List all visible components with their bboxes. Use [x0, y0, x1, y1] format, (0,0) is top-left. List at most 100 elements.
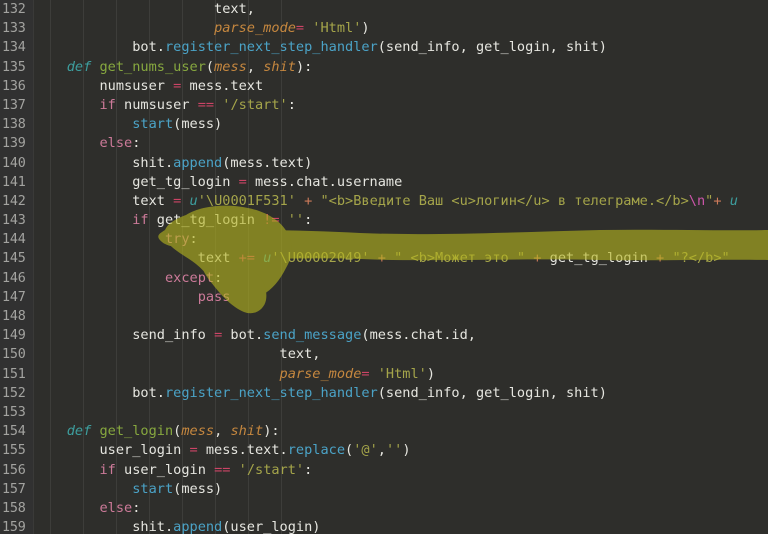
- code-line[interactable]: bot.register_next_step_handler(send_info…: [34, 38, 768, 57]
- code-line[interactable]: start(mess): [34, 115, 768, 134]
- line-number: 154: [2, 424, 26, 440]
- code-token: parse_mode: [214, 20, 296, 37]
- code-line[interactable]: def get_login(mess, shit):: [34, 422, 768, 441]
- code-token: !=: [263, 212, 280, 229]
- code-token: :: [304, 461, 313, 478]
- code-token: text: [34, 192, 174, 209]
- line-number: 146: [2, 270, 26, 286]
- code-line[interactable]: if user_login == '/start':: [34, 461, 768, 480]
- code-line[interactable]: text,: [34, 0, 768, 19]
- code-line[interactable]: [34, 307, 768, 326]
- code-line[interactable]: else:: [34, 134, 768, 153]
- code-token: if: [132, 212, 149, 229]
- code-token: +: [647, 250, 673, 267]
- code-line[interactable]: text = u'\U0001F531' + "<b>Введите Ваш <…: [34, 192, 768, 211]
- line-number: 138: [2, 117, 26, 133]
- code-line[interactable]: if get_tg_login != '':: [34, 211, 768, 230]
- code-token: replace: [287, 442, 346, 459]
- code-token: ,: [246, 58, 264, 75]
- code-token: parse_mode: [279, 365, 362, 382]
- code-token: '': [287, 212, 305, 229]
- code-line[interactable]: user_login = mess.text.replace('@',''): [34, 441, 768, 460]
- code-token: (user_login): [222, 519, 321, 534]
- code-token: =: [238, 173, 247, 190]
- line-number: 158: [2, 500, 26, 516]
- code-token: =: [295, 20, 305, 37]
- code-token: \n: [688, 192, 706, 209]
- code-line[interactable]: bot.register_next_step_handler(send_info…: [34, 384, 768, 403]
- code-token: if: [99, 461, 116, 478]
- code-line[interactable]: parse_mode= 'Html'): [34, 365, 768, 384]
- line-number: 144: [2, 232, 26, 248]
- code-token: ): [426, 365, 436, 382]
- line-number: 156: [2, 462, 26, 478]
- code-token: :: [304, 212, 313, 229]
- code-token: ,: [214, 423, 231, 440]
- code-line[interactable]: shit.append(user_login): [34, 518, 768, 534]
- code-token: text: [34, 250, 239, 267]
- line-number: 139: [2, 136, 26, 152]
- line-number: 142: [2, 193, 26, 209]
- code-token: shit: [230, 423, 264, 440]
- code-token: start: [132, 116, 174, 133]
- code-line[interactable]: shit.append(mess.text): [34, 154, 768, 173]
- code-token: start: [132, 480, 174, 497]
- code-line[interactable]: text,: [34, 345, 768, 364]
- code-token: append: [173, 519, 223, 534]
- code-token: "<b>Введите Ваш <u>логин</u> в телеграме…: [320, 192, 689, 209]
- code-line[interactable]: parse_mode= 'Html'): [34, 19, 768, 38]
- code-editor[interactable]: 132 133 134 135 136 137 138 139 140 141 142 143 144 1…: [0, 0, 768, 534]
- code-token: text,: [34, 346, 321, 363]
- code-token: "?</b>": [672, 250, 730, 267]
- code-token: :: [214, 269, 223, 286]
- code-line[interactable]: text += u'\U00002049' + " <b>Может это "…: [34, 249, 768, 268]
- code-line[interactable]: pass: [34, 288, 768, 307]
- code-line[interactable]: try:: [34, 230, 768, 249]
- code-token: '\U00002049': [271, 250, 370, 267]
- code-token: +: [713, 192, 730, 209]
- code-line[interactable]: def get_nums_user(mess, shit):: [34, 58, 768, 77]
- code-line[interactable]: get_tg_login = mess.chat.username: [34, 173, 768, 192]
- code-token: get_tg_login: [549, 250, 648, 267]
- code-token: numsuser: [115, 96, 198, 113]
- code-line[interactable]: else:: [34, 499, 768, 518]
- code-token: mess.text: [181, 77, 264, 94]
- code-token: register_next_step_handler: [164, 384, 378, 401]
- code-line[interactable]: except:: [34, 269, 768, 288]
- code-token: +: [369, 250, 395, 267]
- code-token: get_login: [99, 423, 174, 440]
- line-number: 148: [2, 309, 26, 324]
- code-token: send_info: [34, 327, 215, 344]
- code-token: else: [99, 135, 133, 152]
- code-token: +=: [238, 250, 255, 267]
- code-token: user_login: [115, 461, 215, 478]
- code-line[interactable]: send_info = bot.send_message(mess.chat.i…: [34, 326, 768, 345]
- code-token: register_next_step_handler: [164, 39, 378, 56]
- code-token: 'Html': [312, 20, 362, 37]
- line-number: 136: [2, 78, 26, 94]
- code-content[interactable]: text, parse_mode= 'Html') bot.register_n…: [34, 0, 768, 534]
- code-line[interactable]: [34, 403, 768, 422]
- code-token: else: [99, 499, 133, 516]
- code-token: ==: [197, 96, 215, 113]
- code-line[interactable]: if numsuser == '/start':: [34, 96, 768, 115]
- code-line[interactable]: start(mess): [34, 480, 768, 499]
- code-token: '/start': [238, 461, 305, 478]
- line-number: 149: [2, 328, 26, 344]
- code-line[interactable]: numsuser = mess.text: [34, 77, 768, 96]
- code-token: +: [525, 250, 550, 267]
